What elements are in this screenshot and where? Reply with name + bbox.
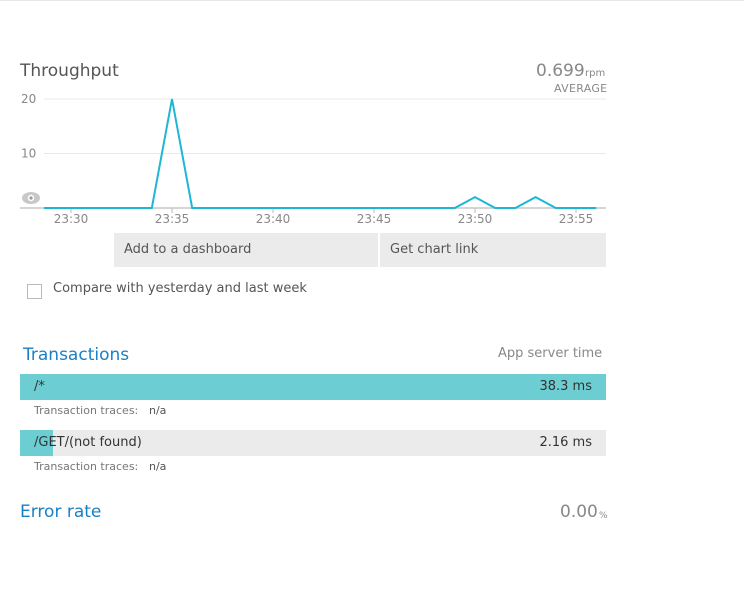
eye-icon[interactable]: [22, 192, 40, 204]
add-to-dashboard-button[interactable]: Add to a dashboard: [114, 233, 378, 267]
x-tick-label: 23:40: [256, 212, 291, 226]
transaction-name[interactable]: /GET/(not found): [34, 435, 142, 450]
compare-label[interactable]: Compare with yesterday and last week: [53, 281, 307, 296]
transaction-traces-value: n/a: [149, 460, 167, 473]
y-tick-label: 10: [21, 147, 36, 161]
error-rate-heading[interactable]: Error rate: [20, 502, 101, 522]
transaction-row[interactable]: /GET/(not found) 2.16 ms: [20, 430, 606, 456]
transaction-traces-label: Transaction traces:: [34, 460, 139, 473]
transaction-name[interactable]: /*: [34, 379, 45, 394]
compare-checkbox[interactable]: [27, 284, 42, 299]
throughput-chart[interactable]: 20 10 23:30 23:35 23:40 23:45 23:50 23:55: [0, 0, 744, 235]
x-tick-label: 23:50: [458, 212, 493, 226]
transaction-traces-value: n/a: [149, 404, 167, 417]
transaction-row[interactable]: /* 38.3 ms: [20, 374, 606, 400]
x-tick-label: 23:35: [155, 212, 190, 226]
transaction-traces-label: Transaction traces:: [34, 404, 139, 417]
error-rate-value: 0.00: [560, 502, 598, 522]
transaction-time: 38.3 ms: [539, 379, 592, 394]
x-tick-label: 23:30: [54, 212, 89, 226]
transactions-heading[interactable]: Transactions: [23, 345, 129, 365]
get-chart-link-button[interactable]: Get chart link: [380, 233, 606, 267]
y-tick-label: 20: [21, 92, 36, 106]
x-tick-label: 23:55: [559, 212, 594, 226]
transactions-subheading: App server time: [498, 346, 603, 361]
error-rate-unit: %: [599, 511, 608, 521]
transaction-bar-fill: [20, 374, 606, 400]
transaction-time: 2.16 ms: [539, 435, 592, 450]
x-tick-label: 23:45: [357, 212, 392, 226]
